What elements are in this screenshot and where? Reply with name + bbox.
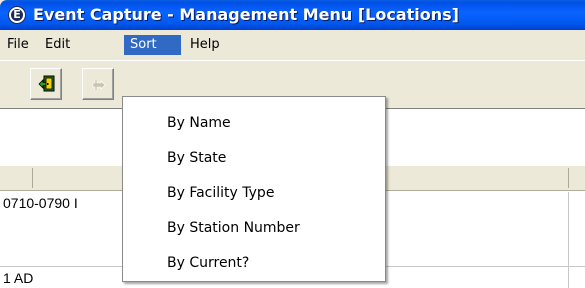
menu-edit[interactable]: Edit (39, 35, 76, 55)
sort-by-state[interactable]: By State (167, 146, 226, 170)
header-separator (32, 168, 33, 188)
cell-separator (568, 192, 569, 267)
menu-sort[interactable]: Sort (124, 35, 181, 55)
sort-by-station-number[interactable]: By Station Number (167, 216, 300, 240)
application-window: E Event Capture - Management Menu [Locat… (0, 0, 585, 288)
header-separator (568, 168, 569, 188)
move-icon (92, 78, 106, 92)
row-cell-text: 0710-0790 I (3, 195, 78, 211)
cell-separator (568, 267, 569, 288)
sort-dropdown-menu: By Name By State By Facility Type By Sta… (122, 96, 386, 282)
app-logo-letter: E (13, 8, 21, 21)
row-cell-text: 1 AD (3, 270, 34, 286)
sort-by-name[interactable]: By Name (167, 111, 231, 135)
menu-help[interactable]: Help (184, 35, 226, 55)
move-button[interactable] (82, 68, 114, 100)
menu-bar: File Edit Sort Help (0, 30, 585, 60)
menu-file[interactable]: File (1, 35, 35, 55)
app-logo-icon: E (8, 6, 26, 24)
exit-button[interactable] (30, 68, 62, 100)
title-bar[interactable]: E Event Capture - Management Menu [Locat… (0, 0, 585, 30)
sort-by-current[interactable]: By Current? (167, 251, 249, 275)
exit-icon (38, 75, 55, 92)
window-title: Event Capture - Management Menu [Locatio… (33, 5, 459, 24)
sort-by-facility-type[interactable]: By Facility Type (167, 181, 274, 205)
